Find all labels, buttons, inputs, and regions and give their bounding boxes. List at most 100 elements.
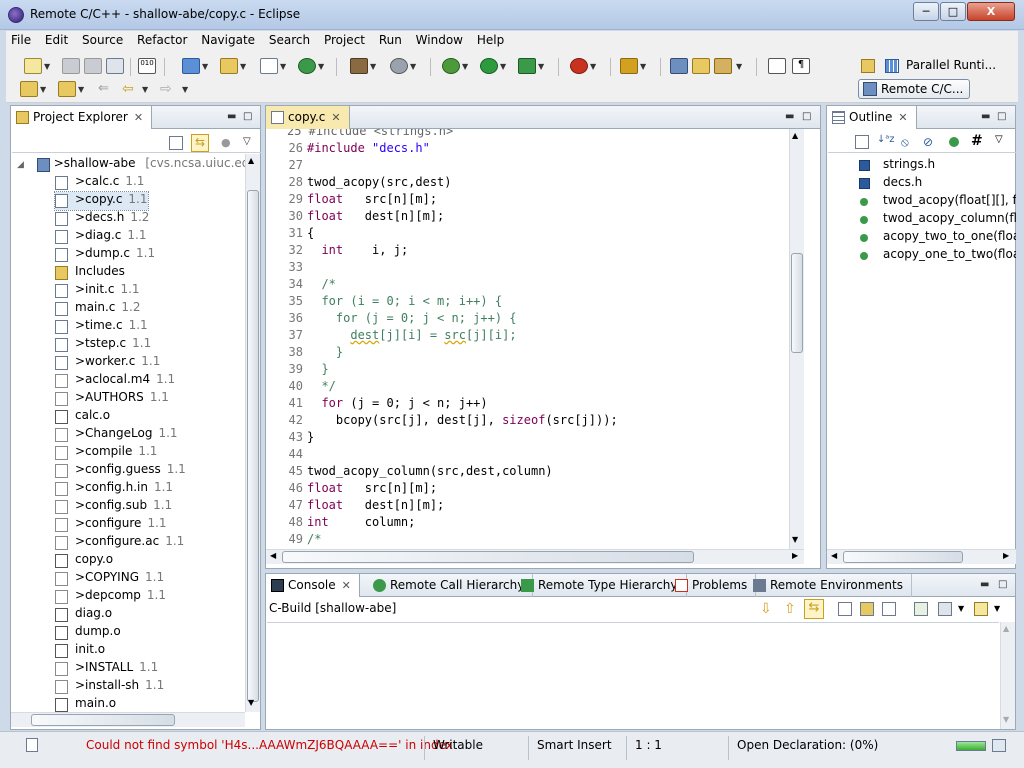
tab-copy-c[interactable]: copy.c ✕ xyxy=(266,106,350,129)
scroll-up-icon[interactable]: ▲ xyxy=(1003,624,1009,633)
target-icon[interactable] xyxy=(390,58,408,74)
scroll-up-arrow-icon[interactable]: ⇧ xyxy=(784,601,796,617)
tree-item[interactable]: >config.sub 1.1 xyxy=(55,498,172,516)
outline-horizontal-scrollbar[interactable]: ◀ ▶ xyxy=(827,549,1016,564)
chevron-down-icon[interactable]: ▼ xyxy=(410,62,416,71)
chevron-down-icon[interactable]: ▼ xyxy=(182,85,188,94)
next-annotation-icon[interactable] xyxy=(20,81,38,97)
chevron-down-icon[interactable]: ▼ xyxy=(462,62,468,71)
menu-edit[interactable]: Edit xyxy=(40,31,73,49)
menu-navigate[interactable]: Navigate xyxy=(196,31,260,49)
open-console-icon[interactable] xyxy=(914,602,928,616)
menu-file[interactable]: File xyxy=(6,31,36,49)
console-output[interactable] xyxy=(267,622,999,729)
outline-item[interactable]: twod_acopy_column(flo xyxy=(857,211,1016,229)
tree-item[interactable]: dump.o xyxy=(55,624,121,642)
console-vertical-scrollbar[interactable]: ▲ ▼ xyxy=(1000,622,1015,729)
maximize-view-icon[interactable]: □ xyxy=(997,111,1006,122)
expand-arrow-icon[interactable]: ◢ xyxy=(17,160,24,170)
new-console-icon[interactable] xyxy=(974,602,988,616)
hide-static-icon[interactable]: ⊘ xyxy=(923,135,937,149)
tree-item[interactable]: >AUTHORS 1.1 xyxy=(55,390,169,408)
display-console-icon[interactable] xyxy=(938,602,952,616)
scroll-right-icon[interactable]: ▶ xyxy=(1003,551,1009,560)
maximize-button[interactable]: □ xyxy=(940,2,966,21)
tree-item[interactable]: >install-sh 1.1 xyxy=(55,678,164,696)
menu-source[interactable]: Source xyxy=(77,31,128,49)
chevron-down-icon[interactable]: ▼ xyxy=(280,62,286,71)
editor-horizontal-scrollbar[interactable]: ◀ ▶ xyxy=(266,549,804,564)
pin-console-icon[interactable] xyxy=(860,602,874,616)
tab-console[interactable]: Console ✕ xyxy=(266,574,360,597)
menu-window[interactable]: Window xyxy=(411,31,468,49)
last-edit-icon[interactable]: ⇐ xyxy=(98,81,116,97)
scroll-right-icon[interactable]: ▶ xyxy=(792,551,798,560)
maximize-view-icon[interactable]: □ xyxy=(802,111,811,122)
chevron-down-icon[interactable]: ▼ xyxy=(590,62,596,71)
close-icon[interactable]: ✕ xyxy=(331,111,340,124)
tree-item[interactable]: >compile 1.1 xyxy=(55,444,157,462)
highlight-icon[interactable] xyxy=(714,58,732,74)
tree-item[interactable]: >calc.c 1.1 xyxy=(55,174,144,192)
chevron-down-icon[interactable]: ▼ xyxy=(958,604,964,613)
close-icon[interactable]: ✕ xyxy=(898,111,907,124)
build-hammer-icon[interactable] xyxy=(350,58,368,74)
chevron-down-icon[interactable]: ▽ xyxy=(243,136,251,147)
menu-help[interactable]: Help xyxy=(472,31,509,49)
outline-item[interactable]: decs.h xyxy=(857,175,922,193)
scroll-down-icon[interactable]: ▼ xyxy=(792,535,798,544)
tree-item[interactable]: >time.c 1.1 xyxy=(55,318,148,336)
refresh-icon[interactable] xyxy=(298,58,316,74)
close-button[interactable]: X xyxy=(967,2,1015,21)
chevron-down-icon[interactable]: ▼ xyxy=(202,62,208,71)
tree-item[interactable]: main.c 1.2 xyxy=(55,300,141,318)
tree-item[interactable]: >copy.c 1.1 xyxy=(54,191,149,211)
scrollbar-thumb[interactable] xyxy=(282,551,694,563)
scroll-up-icon[interactable]: ▲ xyxy=(248,156,254,165)
scroll-lock-icon[interactable]: ⇆ xyxy=(804,599,824,619)
tree-item[interactable]: >config.h.in 1.1 xyxy=(55,480,173,498)
hide-non-public-icon[interactable] xyxy=(949,137,959,147)
tab-project-explorer[interactable]: Project Explorer ✕ xyxy=(11,106,153,129)
collapse-all-icon[interactable] xyxy=(169,136,183,150)
chevron-down-icon[interactable]: ▼ xyxy=(78,85,84,94)
toggle-block-icon[interactable] xyxy=(768,58,786,74)
hide-defines-icon[interactable]: # xyxy=(971,133,983,149)
tree-item[interactable]: >decs.h 1.2 xyxy=(55,210,149,228)
outline-item[interactable]: acopy_two_to_one(float xyxy=(857,229,1016,247)
close-icon[interactable]: ✕ xyxy=(342,579,351,592)
link-with-editor-icon[interactable]: ⇆ xyxy=(191,134,209,152)
tree-item[interactable]: >INSTALL 1.1 xyxy=(55,660,158,678)
tab-outline[interactable]: Outline ✕ xyxy=(827,106,917,129)
close-icon[interactable]: ✕ xyxy=(134,111,143,124)
project-root[interactable]: ◢ >shallow-abe [cvs.ncsa.uiuc.edu] xyxy=(17,156,245,174)
run-external-icon[interactable] xyxy=(518,58,536,74)
scrollbar-thumb[interactable] xyxy=(247,190,259,702)
fast-view-icon[interactable] xyxy=(26,738,38,752)
chevron-down-icon[interactable]: ▼ xyxy=(40,85,46,94)
tree-item[interactable]: >aclocal.m4 1.1 xyxy=(55,372,175,390)
chevron-down-icon[interactable]: ▼ xyxy=(44,62,50,71)
editor-vertical-scrollbar[interactable]: ▲ ▼ xyxy=(789,129,804,549)
tree-item[interactable]: >diag.c 1.1 xyxy=(55,228,146,246)
explorer-vertical-scrollbar[interactable]: ▲ ▼ xyxy=(245,154,260,712)
save-icon[interactable] xyxy=(62,58,80,74)
chevron-down-icon[interactable]: ▼ xyxy=(994,604,1000,613)
menu-search[interactable]: Search xyxy=(264,31,315,49)
tree-item[interactable]: diag.o xyxy=(55,606,112,624)
view-menu-icon[interactable]: ● xyxy=(221,136,235,150)
chevron-down-icon[interactable]: ▼ xyxy=(142,85,148,94)
tree-item[interactable]: calc.o xyxy=(55,408,110,426)
tree-item[interactable]: >init.c 1.1 xyxy=(55,282,140,300)
previous-annotation-icon[interactable] xyxy=(58,81,76,97)
clear-console-icon[interactable] xyxy=(838,602,852,616)
open-type-icon[interactable] xyxy=(670,58,688,74)
hide-fields-icon[interactable]: ⦸ xyxy=(901,135,915,149)
perspective-remote-cpp[interactable]: Remote C/C... xyxy=(858,79,971,99)
tree-item[interactable]: >dump.c 1.1 xyxy=(55,246,155,264)
scroll-down-icon[interactable]: ▼ xyxy=(248,698,254,707)
menu-run[interactable]: Run xyxy=(374,31,407,49)
run-icon[interactable] xyxy=(480,58,498,74)
forward-arrow-icon[interactable]: ⇨ xyxy=(160,81,178,97)
new-c-project-icon[interactable] xyxy=(182,58,200,74)
